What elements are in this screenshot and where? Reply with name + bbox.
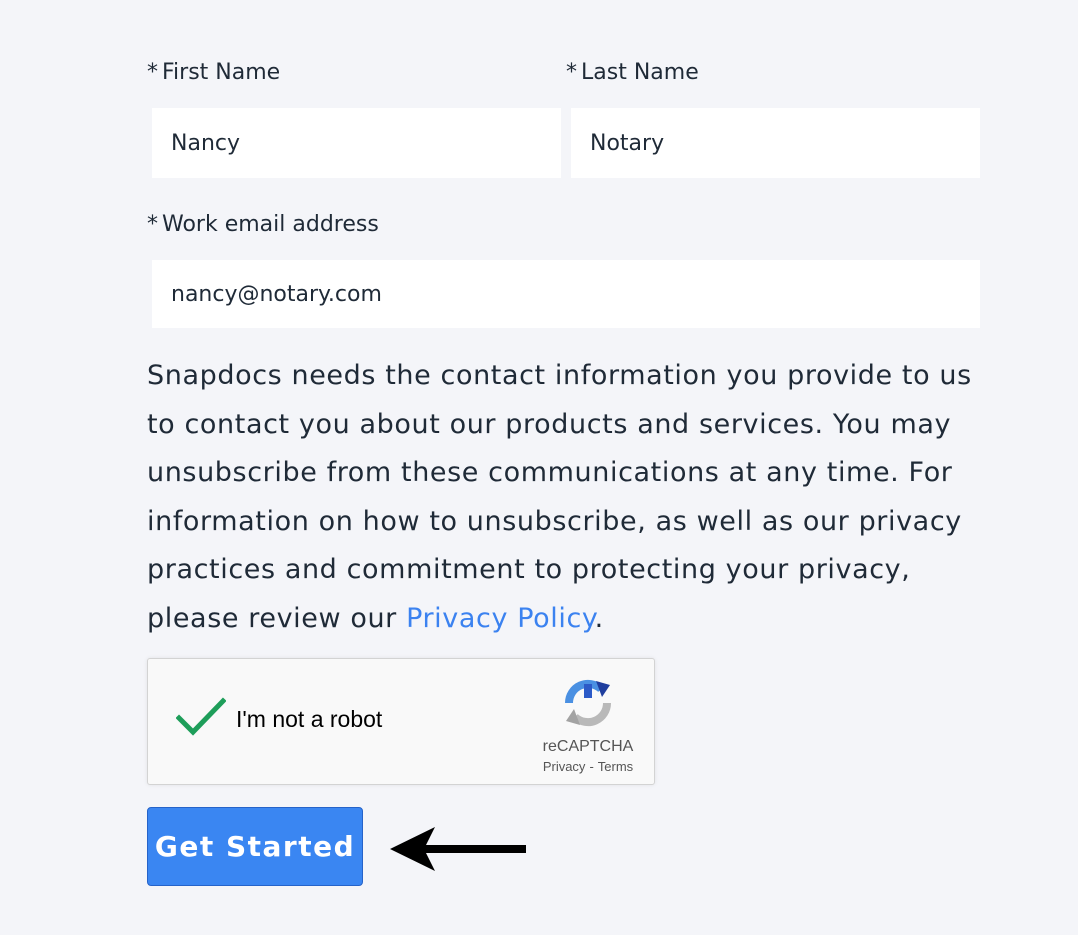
first-name-value: Nancy — [171, 130, 240, 156]
recaptcha-links: Privacy - Terms — [488, 759, 688, 774]
first-name-label-text: First Name — [162, 60, 281, 85]
checkmark-icon[interactable] — [176, 697, 226, 737]
recaptcha-terms-link[interactable]: Terms — [598, 759, 633, 774]
privacy-notice-suffix: . — [594, 602, 604, 634]
recaptcha-label: I'm not a robot — [236, 706, 383, 732]
email-value: nancy@notary.com — [171, 281, 382, 307]
recaptcha-link-separator: - — [589, 759, 594, 774]
get-started-button[interactable]: Get Started — [147, 807, 363, 886]
required-marker: * — [147, 60, 158, 85]
privacy-notice-text: Snapdocs needs the contact information y… — [147, 360, 972, 634]
last-name-label-text: Last Name — [581, 60, 699, 85]
recaptcha-logo-icon — [564, 679, 612, 727]
first-name-label: * First Name — [147, 59, 280, 87]
privacy-policy-link[interactable]: Privacy Policy — [406, 603, 595, 634]
recaptcha-privacy-link[interactable]: Privacy — [543, 759, 586, 774]
required-marker: * — [566, 60, 577, 85]
left-arrow-icon — [390, 827, 526, 871]
required-marker: * — [147, 212, 158, 237]
first-name-input[interactable]: Nancy — [152, 108, 561, 178]
email-label-text: Work email address — [162, 212, 379, 237]
last-name-input[interactable]: Notary — [571, 108, 980, 178]
last-name-value: Notary — [590, 130, 665, 156]
last-name-label: * Last Name — [566, 59, 699, 87]
recaptcha-brand: reCAPTCHA — [542, 738, 634, 755]
recaptcha-widget: I'm not a robot reCAPTCHA Privacy - Terms — [147, 658, 655, 785]
privacy-notice: Snapdocs needs the contact information y… — [147, 352, 992, 643]
email-label: * Work email address — [147, 211, 379, 239]
email-input[interactable]: nancy@notary.com — [152, 260, 980, 328]
